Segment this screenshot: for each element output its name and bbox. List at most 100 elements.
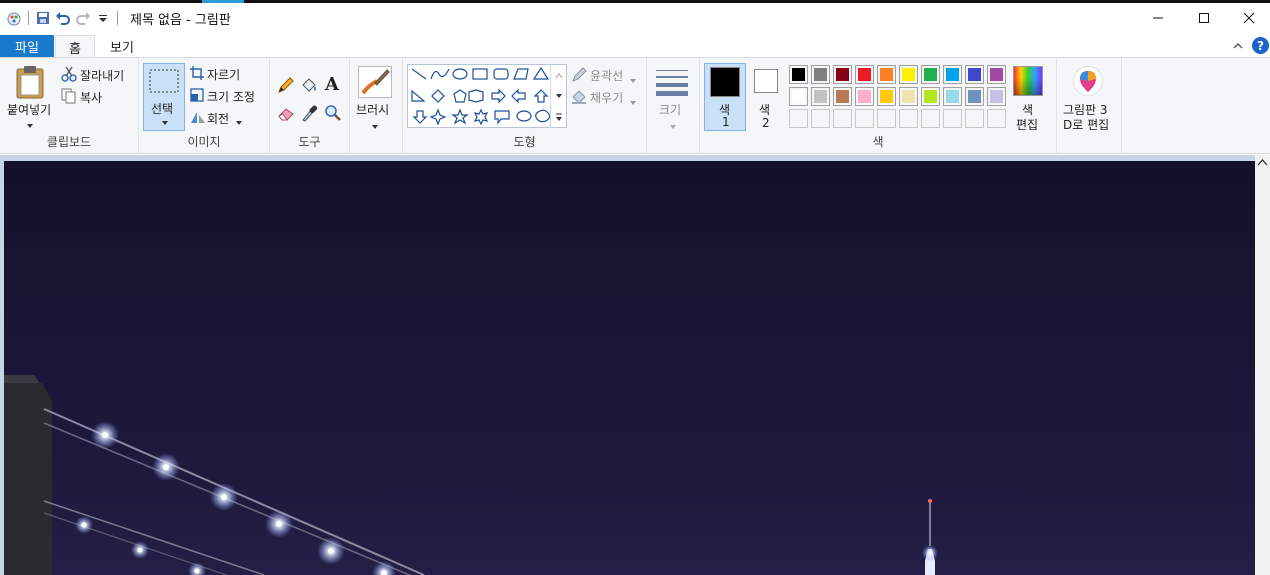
palette-custom-slot[interactable] [899, 109, 918, 128]
help-icon[interactable]: ? [1252, 37, 1269, 54]
canvas-image[interactable] [4, 161, 1255, 575]
scroll-up-icon[interactable] [1255, 155, 1270, 170]
vertical-scrollbar[interactable] [1255, 155, 1270, 575]
outline-dropdown-icon[interactable] [629, 73, 637, 87]
palette-color-swatch[interactable] [899, 65, 918, 84]
rotate-label[interactable]: 회전 [207, 110, 229, 127]
palette-color-swatch[interactable] [833, 65, 852, 84]
magnifier-icon[interactable] [324, 104, 342, 125]
palette-custom-slot[interactable] [833, 109, 852, 128]
size-dropdown-icon[interactable] [669, 119, 677, 133]
rotate-dropdown-icon[interactable] [235, 115, 243, 129]
palette-custom-slot[interactable] [943, 109, 962, 128]
paste-label[interactable]: 붙여넣기 [7, 101, 51, 118]
close-button[interactable] [1226, 0, 1270, 35]
shapes-group-label: 도형 [513, 135, 536, 149]
palette-custom-slot[interactable] [987, 109, 1006, 128]
palette-color-swatch[interactable] [921, 87, 940, 106]
image-group-label: 이미지 [187, 135, 221, 149]
palette-custom-slot[interactable] [921, 109, 940, 128]
color1-swatch [710, 67, 740, 97]
minimize-button[interactable] [1135, 0, 1181, 35]
palette-custom-slot[interactable] [877, 109, 896, 128]
rotate-icon[interactable] [190, 110, 206, 127]
brush-label[interactable]: 브러시 [356, 101, 389, 118]
shapes-gallery-icons [411, 66, 551, 126]
palette-custom-slot[interactable] [965, 109, 984, 128]
customize-dropdown-icon[interactable] [93, 8, 113, 28]
palette-color-swatch[interactable] [877, 87, 896, 106]
select-button[interactable]: 선택 [143, 63, 185, 131]
brush-icon [361, 69, 390, 95]
palette-color-swatch[interactable] [987, 87, 1006, 106]
copy-label[interactable]: 복사 [80, 89, 102, 106]
palette-color-swatch[interactable] [899, 87, 918, 106]
outline-icon[interactable] [571, 67, 587, 86]
minimize-icon [1153, 17, 1163, 18]
paint-app-icon[interactable] [4, 8, 24, 28]
paint3d-label-line2[interactable]: D로 편집 [1063, 116, 1109, 133]
palette-color-swatch[interactable] [789, 87, 808, 106]
tab-view[interactable]: 보기 [98, 35, 146, 57]
shapes-scrollbar[interactable] [550, 64, 566, 128]
save-icon[interactable] [33, 8, 53, 28]
brush-button[interactable] [358, 66, 392, 98]
palette-color-swatch[interactable] [943, 87, 962, 106]
fill-shape-icon[interactable] [571, 89, 587, 108]
color-picker-icon[interactable] [301, 104, 318, 125]
palette-color-swatch[interactable] [965, 65, 984, 84]
palette-color-swatch[interactable] [943, 65, 962, 84]
size-icon[interactable] [655, 68, 689, 99]
copy-icon[interactable] [61, 88, 77, 107]
palette-color-swatch[interactable] [877, 65, 896, 84]
palette-color-swatch[interactable] [811, 65, 830, 84]
paste-button[interactable] [14, 65, 46, 102]
color1-button[interactable]: 색 1 [704, 63, 746, 131]
maximize-icon [1199, 12, 1209, 23]
cut-label[interactable]: 잘라내기 [80, 67, 124, 84]
collapse-ribbon-icon[interactable] [1232, 40, 1244, 54]
palette-custom-slot[interactable] [855, 109, 874, 128]
edit-colors-icon[interactable] [1013, 66, 1043, 96]
night-bridge-photo [4, 375, 938, 575]
edit-colors-label-line2[interactable]: 편집 [1016, 116, 1038, 133]
close-icon [1243, 12, 1255, 23]
color2-label-line2[interactable]: 2 [762, 116, 770, 130]
palette-color-swatch[interactable] [789, 65, 808, 84]
palette-color-swatch[interactable] [921, 65, 940, 84]
redo-icon[interactable] [73, 8, 93, 28]
fill-icon[interactable] [300, 76, 318, 97]
crop-icon[interactable] [190, 66, 204, 83]
fill-shape-label[interactable]: 채우기 [590, 89, 623, 106]
paste-dropdown-icon[interactable] [26, 118, 34, 132]
palette-custom-slot[interactable] [811, 109, 830, 128]
palette-color-swatch[interactable] [833, 87, 852, 106]
brush-dropdown-icon[interactable] [371, 119, 379, 133]
tab-file[interactable]: 파일 [0, 35, 54, 57]
outline-label[interactable]: 윤곽선 [590, 67, 623, 84]
color2-button[interactable] [754, 69, 778, 93]
image-group: 선택 자르기 크기 조정 회전 이미지 [139, 58, 270, 153]
quick-access-toolbar [4, 8, 122, 28]
fill-dropdown-icon[interactable] [629, 95, 637, 109]
size-group: 크기 [647, 58, 700, 153]
palette-color-swatch[interactable] [855, 65, 874, 84]
undo-icon[interactable] [53, 8, 73, 28]
pencil-icon[interactable] [277, 76, 295, 97]
palette-color-swatch[interactable] [965, 87, 984, 106]
resize-icon[interactable] [190, 88, 204, 105]
title-bar: 제목 없음 - 그림판 [0, 0, 1270, 35]
text-icon[interactable]: A [325, 74, 339, 95]
crop-label[interactable]: 자르기 [207, 66, 240, 83]
maximize-button[interactable] [1181, 0, 1227, 35]
cut-icon[interactable] [61, 66, 77, 85]
palette-custom-slot[interactable] [789, 109, 808, 128]
palette-color-swatch[interactable] [987, 65, 1006, 84]
palette-color-swatch[interactable] [811, 87, 830, 106]
palette-color-swatch[interactable] [855, 87, 874, 106]
size-label[interactable]: 크기 [659, 101, 681, 118]
tab-home[interactable]: 홈 [55, 35, 95, 58]
paint3d-icon[interactable] [1073, 66, 1103, 96]
eraser-icon[interactable] [277, 105, 295, 124]
resize-label[interactable]: 크기 조정 [207, 88, 255, 105]
